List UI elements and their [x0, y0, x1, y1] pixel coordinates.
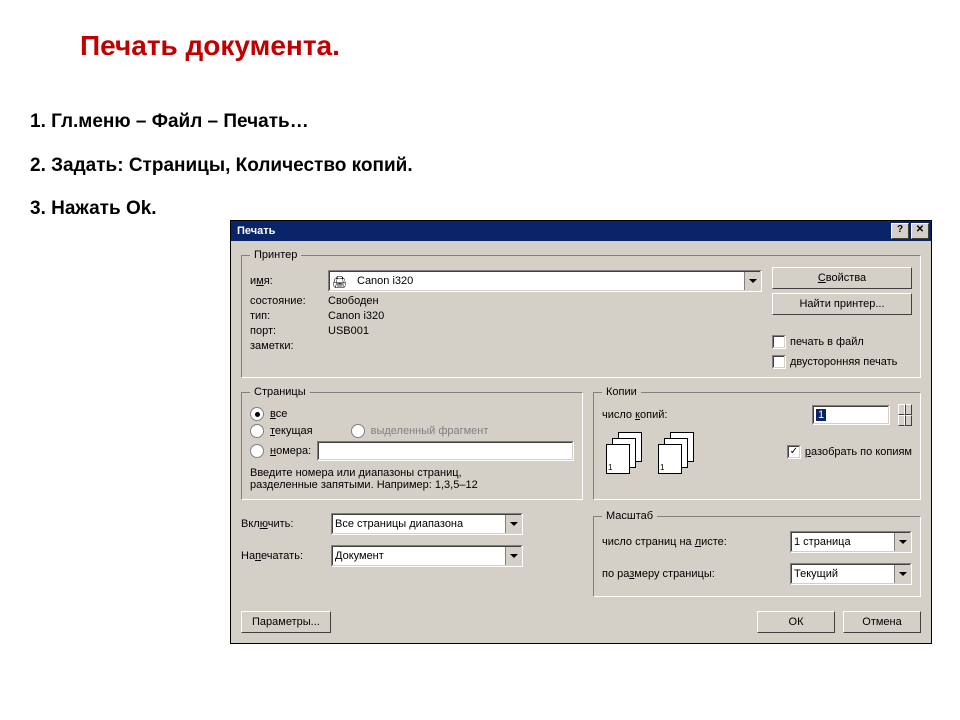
- cancel-button[interactable]: Отмена: [843, 611, 921, 633]
- include-combo[interactable]: Все страницы диапазона: [331, 513, 523, 535]
- pages-hint: Введите номера или диапазоны страниц, ра…: [250, 467, 574, 491]
- printer-name-label: имя:: [250, 275, 328, 287]
- printer-legend: Принтер: [250, 249, 301, 261]
- printer-type-label: тип:: [250, 310, 328, 322]
- help-button[interactable]: ?: [891, 223, 909, 239]
- print-dialog: Печать ? ✕ Принтер имя: Canon i320: [230, 220, 932, 644]
- chevron-down-icon[interactable]: [505, 515, 522, 533]
- include-value: Все страницы диапазона: [332, 515, 505, 533]
- find-printer-button[interactable]: Найти принтер...: [772, 293, 912, 315]
- printer-name-value: Canon i320: [354, 272, 744, 290]
- duplex-checkbox[interactable]: двусторонняя печать: [772, 355, 912, 369]
- printer-name-combo[interactable]: Canon i320: [328, 270, 762, 292]
- checkbox-icon: ✓: [787, 445, 801, 459]
- pages-per-sheet-combo[interactable]: 1 страница: [790, 531, 912, 553]
- radio-icon: [351, 424, 365, 438]
- copies-group: Копии число копий: 1 3 2 1: [593, 386, 921, 500]
- print-to-file-label: печать в файл: [790, 336, 864, 348]
- chevron-down-icon[interactable]: [894, 533, 911, 551]
- duplex-label: двусторонняя печать: [790, 356, 897, 368]
- printer-state-value: Свободен: [328, 295, 379, 307]
- printer-type-value: Canon i320: [328, 310, 384, 322]
- printer-port-value: USB001: [328, 325, 369, 337]
- page-title: Печать документа.: [80, 30, 340, 62]
- pages-selection-radio: выделенный фрагмент: [371, 425, 489, 437]
- copies-count-input[interactable]: 1: [812, 405, 890, 425]
- chevron-down-icon[interactable]: [505, 547, 522, 565]
- printer-port-label: порт:: [250, 325, 328, 337]
- printer-icon: [332, 275, 350, 289]
- pages-per-sheet-value: 1 страница: [791, 533, 894, 551]
- print-what-value: Документ: [332, 547, 505, 565]
- options-button[interactable]: Параметры...: [241, 611, 331, 633]
- close-button[interactable]: ✕: [911, 223, 929, 239]
- printer-notes-label: заметки:: [250, 340, 328, 352]
- printer-state-label: состояние:: [250, 295, 328, 307]
- scale-group: Масштаб число страниц на листе: 1 страни…: [593, 510, 921, 597]
- pages-current-radio[interactable]: текущая: [270, 425, 313, 437]
- pages-group: Страницы все текущая выделенный фрагмент…: [241, 386, 583, 500]
- collate-checkbox[interactable]: ✓ разобрать по копиям: [787, 445, 912, 459]
- fit-to-page-value: Текущий: [791, 565, 894, 583]
- pages-numbers-radio[interactable]: номера:: [250, 441, 574, 461]
- dialog-title: Печать: [237, 225, 275, 237]
- pages-per-sheet-label: число страниц на листе:: [602, 536, 790, 548]
- fit-to-page-label: по размеру страницы:: [602, 568, 790, 580]
- dialog-titlebar[interactable]: Печать ? ✕: [231, 221, 931, 241]
- copies-legend: Копии: [602, 386, 641, 398]
- include-label: Включить:: [241, 518, 331, 530]
- collate-label: разобрать по копиям: [805, 446, 912, 458]
- checkbox-icon: [772, 335, 786, 349]
- scale-legend: Масштаб: [602, 510, 657, 522]
- pages-all-label: все: [270, 408, 287, 420]
- ok-button[interactable]: ОК: [757, 611, 835, 633]
- spin-down-icon[interactable]: [898, 415, 912, 426]
- collate-illustration: 3 2 1 3 2 1: [606, 432, 692, 470]
- fit-to-page-combo[interactable]: Текущий: [790, 563, 912, 585]
- spin-up-icon[interactable]: [898, 404, 912, 415]
- copies-count-label: число копий:: [602, 409, 667, 421]
- printer-group: Принтер имя: Canon i320 состояние:Свобод…: [241, 249, 921, 378]
- chevron-down-icon[interactable]: [744, 272, 761, 290]
- radio-icon: [250, 444, 264, 458]
- print-what-label: Напечатать:: [241, 550, 331, 562]
- instruction-2: 2. Задать: Страницы, Количество копий.: [30, 144, 413, 188]
- properties-button[interactable]: Свойства: [772, 267, 912, 289]
- pages-legend: Страницы: [250, 386, 310, 398]
- instructions-list: 1. Гл.меню – Файл – Печать… 2. Задать: С…: [30, 100, 413, 231]
- instruction-1: 1. Гл.меню – Файл – Печать…: [30, 100, 413, 144]
- print-to-file-checkbox[interactable]: печать в файл: [772, 335, 912, 349]
- pages-numbers-input[interactable]: [317, 441, 574, 461]
- chevron-down-icon[interactable]: [894, 565, 911, 583]
- print-what-combo[interactable]: Документ: [331, 545, 523, 567]
- radio-icon: [250, 424, 264, 438]
- checkbox-icon: [772, 355, 786, 369]
- copies-spinner[interactable]: [898, 404, 912, 426]
- radio-icon: [250, 407, 264, 421]
- pages-all-radio[interactable]: все: [250, 407, 574, 421]
- pages-numbers-label: номера:: [270, 445, 311, 457]
